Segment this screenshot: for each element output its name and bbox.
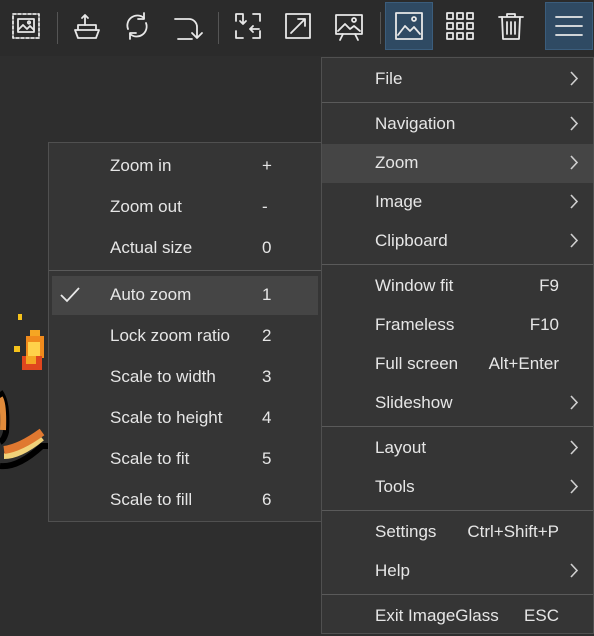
- menu-separator: [322, 510, 593, 511]
- chevron-right-icon: [570, 479, 579, 494]
- zoom-item-shortcut: 3: [262, 367, 272, 386]
- menu-item-tools[interactable]: Tools: [322, 468, 593, 507]
- menu-item-slideshow[interactable]: Slideshow: [322, 384, 593, 423]
- zoom-item-lock-zoom-ratio[interactable]: Lock zoom ratio 2: [52, 317, 318, 356]
- menu-item-shortcut: Ctrl+Shift+P: [467, 522, 559, 541]
- actual-size-icon[interactable]: [225, 3, 271, 49]
- menu-item-label: Window fit: [375, 276, 454, 295]
- menu-item-label: Layout: [375, 438, 427, 457]
- main-menu-icon[interactable]: [545, 2, 593, 50]
- menu-item-frameless[interactable]: Frameless F10: [322, 306, 593, 345]
- zoom-item-scale-to-height[interactable]: Scale to height 4: [52, 399, 318, 438]
- zoom-item-shortcut: 5: [262, 449, 272, 468]
- window-fit-icon[interactable]: [275, 3, 321, 49]
- chevron-right-icon: [570, 71, 579, 86]
- menu-separator: [322, 264, 593, 265]
- menu-item-image[interactable]: Image: [322, 183, 593, 222]
- zoom-item-scale-to-fill[interactable]: Scale to fill 6: [52, 481, 318, 520]
- zoom-item-shortcut: 2: [262, 326, 272, 345]
- chevron-right-icon: [570, 116, 579, 131]
- menu-item-navigation[interactable]: Navigation: [322, 105, 593, 144]
- zoom-item-label: Scale to height: [110, 408, 223, 427]
- menu-item-full-screen[interactable]: Full screen Alt+Enter: [322, 345, 593, 384]
- toolbar: [0, 0, 594, 56]
- zoom-item-label: Actual size: [110, 238, 193, 257]
- chevron-right-icon: [570, 155, 579, 170]
- rotate-icon[interactable]: [114, 3, 160, 49]
- menu-separator: [49, 270, 321, 271]
- zoom-item-shortcut: -: [262, 197, 268, 216]
- menu-separator: [322, 594, 593, 595]
- chevron-right-icon: [570, 440, 579, 455]
- menu-item-shortcut: Alt+Enter: [488, 354, 559, 373]
- menu-item-label: Image: [375, 192, 423, 211]
- slideshow-icon[interactable]: [326, 3, 372, 49]
- zoom-item-label: Scale to fit: [110, 449, 190, 468]
- menu-item-label: Settings: [375, 522, 437, 541]
- zoom-item-label: Zoom in: [110, 156, 172, 175]
- chevron-right-icon: [570, 563, 579, 578]
- open-file-icon[interactable]: [64, 3, 110, 49]
- zoom-item-zoom-in[interactable]: Zoom in +: [52, 147, 318, 186]
- zoom-item-label: Lock zoom ratio: [110, 326, 230, 345]
- menu-item-label: Tools: [375, 477, 415, 496]
- zoom-item-label: Scale to fill: [110, 490, 193, 509]
- menu-separator: [322, 426, 593, 427]
- delete-icon[interactable]: [488, 3, 534, 49]
- zoom-item-shortcut: 6: [262, 490, 272, 509]
- zoom-item-shortcut: +: [262, 156, 272, 175]
- menu-item-help[interactable]: Help: [322, 552, 593, 591]
- thumbnail-grid-icon[interactable]: [437, 3, 483, 49]
- menu-item-label: Help: [375, 561, 410, 580]
- zoom-item-scale-to-width[interactable]: Scale to width 3: [52, 358, 318, 397]
- menu-item-label: Full screen: [375, 354, 459, 373]
- zoom-item-shortcut: 4: [262, 408, 272, 427]
- zoom-item-scale-to-fit[interactable]: Scale to fit 5: [52, 440, 318, 479]
- main-menu: File Navigation Zoom Image Clipboard Window f…: [321, 57, 594, 634]
- menu-item-label: Clipboard: [375, 231, 448, 250]
- zoom-item-auto-zoom[interactable]: Auto zoom 1: [52, 276, 318, 315]
- zoom-item-shortcut: 1: [262, 285, 272, 304]
- menu-item-file[interactable]: File: [322, 60, 593, 99]
- zoom-item-zoom-out[interactable]: Zoom out -: [52, 188, 318, 227]
- zoom-item-actual-size[interactable]: Actual size 0: [52, 229, 318, 268]
- flip-icon[interactable]: [164, 3, 210, 49]
- menu-item-clipboard[interactable]: Clipboard: [322, 222, 593, 261]
- menu-item-label: Slideshow: [375, 393, 453, 412]
- menu-item-label: Exit ImageGlass: [375, 606, 499, 625]
- menu-item-zoom[interactable]: Zoom: [322, 144, 593, 183]
- zoom-item-shortcut: 0: [262, 238, 272, 257]
- menu-item-settings[interactable]: Settings Ctrl+Shift+P: [322, 513, 593, 552]
- chevron-right-icon: [570, 233, 579, 248]
- menu-item-label: Zoom: [375, 153, 419, 172]
- menu-item-shortcut: F9: [539, 276, 559, 295]
- chevron-right-icon: [570, 194, 579, 209]
- menu-item-label: File: [375, 69, 403, 88]
- menu-item-shortcut: F10: [529, 315, 559, 334]
- menu-item-shortcut: ESC: [524, 606, 559, 625]
- pixel-art-image: [0, 314, 48, 470]
- select-region-icon[interactable]: [3, 3, 49, 49]
- zoom-submenu: Zoom in + Zoom out - Actual size 0 Auto zoom 1 L…: [48, 142, 322, 522]
- chevron-right-icon: [570, 395, 579, 410]
- zoom-item-label: Zoom out: [110, 197, 182, 216]
- checkmark-icon: [59, 286, 81, 304]
- menu-item-label: Frameless: [375, 315, 455, 334]
- menu-separator: [322, 102, 593, 103]
- menu-item-window-fit[interactable]: Window fit F9: [322, 267, 593, 306]
- zoom-item-label: Auto zoom: [110, 285, 192, 304]
- image-view-icon[interactable]: [385, 2, 433, 50]
- menu-item-exit-imageglass[interactable]: Exit ImageGlass ESC: [322, 597, 593, 636]
- menu-item-layout[interactable]: Layout: [322, 429, 593, 468]
- zoom-item-label: Scale to width: [110, 367, 216, 386]
- menu-item-label: Navigation: [375, 114, 456, 133]
